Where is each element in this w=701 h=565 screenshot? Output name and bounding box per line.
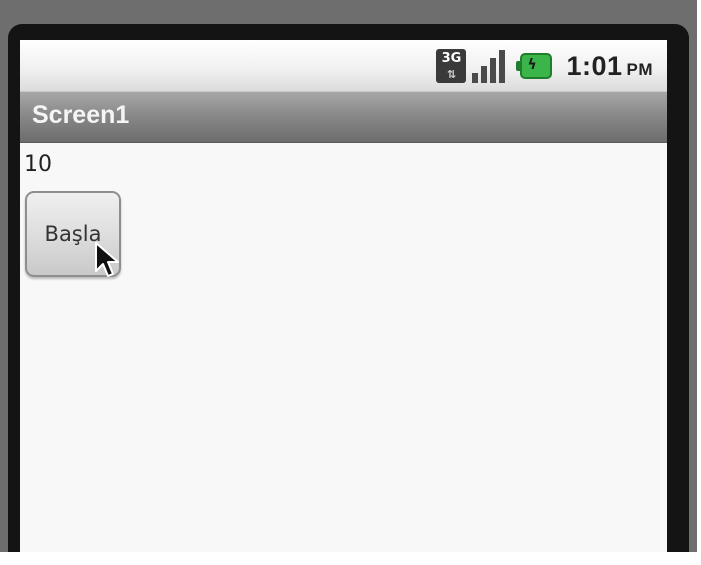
title-bar: Screen1 <box>20 92 667 143</box>
clock-time: 1:01 <box>566 50 623 81</box>
charging-bolt-icon: ϟ <box>527 57 537 73</box>
status-clock: 1:01 PM <box>566 51 653 82</box>
screen-title: Screen1 <box>32 101 130 129</box>
mouse-cursor-icon <box>95 242 119 277</box>
network-type-label: 3G <box>441 51 462 66</box>
signal-bar <box>472 73 479 83</box>
device-screen: 3G ⇅ ϟ 1:01 PM Screen1 10 Başla <box>20 40 667 552</box>
status-icons: 3G ⇅ ϟ 1:01 PM <box>436 48 653 84</box>
clock-ampm: PM <box>626 59 653 79</box>
signal-bar <box>481 66 488 83</box>
counter-label: 10 <box>24 152 52 177</box>
3g-network-icon: 3G ⇅ <box>436 49 467 83</box>
battery-charging-icon: ϟ <box>516 53 553 79</box>
screen-content: 10 Başla <box>20 143 667 552</box>
status-bar: 3G ⇅ ϟ 1:01 PM <box>20 40 667 92</box>
signal-bar <box>499 50 506 83</box>
signal-bar <box>490 58 497 83</box>
data-arrows-icon: ⇅ <box>446 68 457 81</box>
signal-strength-icon <box>472 49 508 83</box>
